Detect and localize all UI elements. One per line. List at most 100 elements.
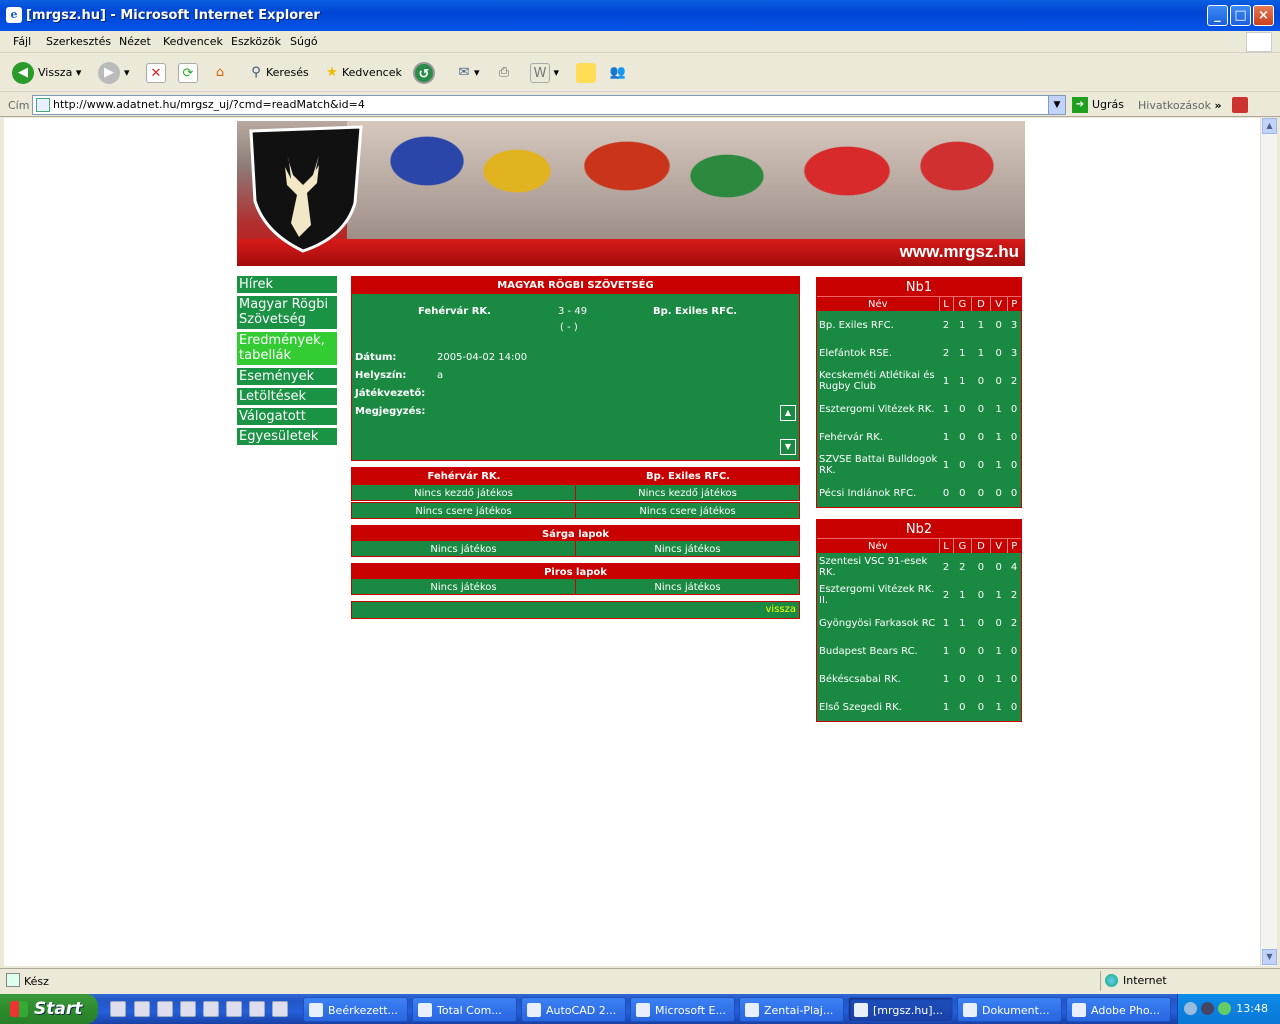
nb1-header-cell: L: [938, 297, 954, 311]
table-row: Első Szegedi RK. 1 0 0 1 0: [817, 693, 1021, 721]
links-toolbar[interactable]: Hivatkozások »: [1138, 99, 1222, 112]
stat-cell: 1: [942, 645, 950, 657]
match-details-box: MAGYAR RÖGBI SZÖVETSÉG Fehérvár RK. 3 - …: [351, 276, 800, 461]
history-button[interactable]: ↺: [413, 60, 439, 86]
stat-cell: 0: [977, 375, 985, 387]
address-input[interactable]: http://www.adatnet.hu/mrgsz_uj/?cmd=read…: [32, 95, 1066, 115]
vertical-scrollbar[interactable]: ▲ ▼: [1260, 118, 1277, 966]
nav-federation[interactable]: Magyar Rögbi Szövetség: [237, 296, 337, 330]
stat-cell: 1: [942, 701, 950, 713]
menu-tools[interactable]: Eszközök: [231, 35, 281, 48]
tray-shield-icon[interactable]: [1218, 1002, 1231, 1015]
home-button[interactable]: ⌂: [210, 60, 230, 86]
stat-cell: 1: [942, 403, 950, 415]
close-button[interactable]: ×: [1253, 5, 1274, 26]
scroll-up-icon[interactable]: ▲: [780, 405, 796, 421]
quicklaunch-icon-1[interactable]: [110, 1001, 126, 1017]
stat-cell: 0: [959, 645, 966, 657]
mail-button[interactable]: ✉ ▾: [454, 60, 480, 86]
start-button[interactable]: Start: [0, 994, 98, 1024]
stat-cell: 0: [1010, 645, 1018, 657]
away-starters: Nincs kezdő játékos: [575, 484, 800, 501]
menu-view[interactable]: Nézet: [119, 35, 151, 48]
favorites-button[interactable]: ★ Kedvencek: [322, 60, 402, 86]
quicklaunch-media-icon[interactable]: [272, 1001, 288, 1017]
task-zentai[interactable]: Zentai-Plaj...: [739, 997, 844, 1022]
tray-icon-1[interactable]: [1201, 1002, 1214, 1015]
stat-cell: 1: [995, 589, 1002, 601]
stat-cell: 1: [995, 673, 1002, 685]
scroll-down-icon[interactable]: ▼: [780, 439, 796, 455]
status-bar: Kész Internet: [0, 968, 1280, 992]
stat-cell: 1: [977, 347, 985, 359]
stat-cell: 0: [977, 617, 985, 629]
menu-edit[interactable]: Szerkesztés: [46, 35, 111, 48]
quicklaunch-app-icon[interactable]: [203, 1001, 219, 1017]
quicklaunch-totalcmd-icon[interactable]: [249, 1001, 265, 1017]
nav-national-team[interactable]: Válogatott: [237, 408, 337, 426]
nav-news[interactable]: Hírek: [237, 276, 337, 294]
nav-downloads[interactable]: Letöltések: [237, 388, 337, 406]
stat-cell: 0: [977, 561, 985, 573]
favorites-label: Kedvencek: [342, 66, 402, 79]
match-score: 3 - 49: [558, 306, 588, 317]
task-ie[interactable]: [mrgsz.hu]...: [848, 997, 953, 1022]
refresh-icon: ⟳: [178, 63, 198, 83]
task-label: Beérkezett...: [328, 1004, 399, 1017]
task-autocad[interactable]: AutoCAD 2...: [521, 997, 626, 1022]
menu-file[interactable]: Fájl: [13, 35, 31, 48]
task-inbox[interactable]: Beérkezett...: [303, 997, 408, 1022]
history-icon: ↺: [413, 62, 435, 84]
task-label: Dokument...: [982, 1004, 1050, 1017]
task-excel[interactable]: Microsoft E...: [630, 997, 735, 1022]
nav-events[interactable]: Események: [237, 368, 337, 386]
nb2-header-cell: Név: [817, 539, 939, 553]
nb1-header-cell: Név: [817, 297, 939, 311]
quicklaunch-outlook-icon[interactable]: [157, 1001, 173, 1017]
ie-icon: [854, 1003, 868, 1017]
stat-cell: 0: [995, 617, 1002, 629]
minimize-button[interactable]: _: [1207, 5, 1228, 26]
star-icon: ★: [326, 65, 338, 80]
task-word[interactable]: Dokument...: [957, 997, 1062, 1022]
edit-button[interactable]: W ▾: [530, 60, 559, 86]
team-name: Pécsi Indiánok RFC.: [819, 487, 917, 499]
refresh-button[interactable]: ⟳: [178, 60, 198, 86]
acrobat-icon[interactable]: [1232, 97, 1248, 113]
stat-cell: 1: [959, 617, 966, 629]
globe-icon: [1105, 974, 1118, 987]
messenger-button[interactable]: 👥: [608, 60, 628, 86]
quicklaunch-excel-icon[interactable]: [180, 1001, 196, 1017]
menu-help[interactable]: Súgó: [290, 35, 318, 48]
address-dropdown-icon[interactable]: ▼: [1048, 96, 1065, 114]
nav-clubs[interactable]: Egyesületek: [237, 428, 337, 446]
tray-arrow-icon[interactable]: [1184, 1002, 1197, 1015]
lineup-home-team: Fehérvár RK.: [427, 471, 501, 482]
go-button[interactable]: ➜ Ugrás: [1072, 96, 1124, 114]
stat-cell: 0: [995, 347, 1002, 359]
stop-button[interactable]: ✕: [146, 60, 166, 86]
print-button[interactable]: ⎙: [494, 60, 514, 86]
forward-button[interactable]: ▶ ▾: [98, 60, 130, 86]
scroll-down-arrow-icon[interactable]: ▼: [1262, 949, 1277, 965]
search-button[interactable]: ⚲ Keresés: [246, 60, 309, 86]
stat-cell: 1: [942, 459, 950, 471]
back-link[interactable]: vissza: [766, 604, 797, 615]
scroll-up-arrow-icon[interactable]: ▲: [1262, 118, 1277, 134]
quicklaunch-ie-icon[interactable]: [134, 1001, 150, 1017]
go-label: Ugrás: [1092, 98, 1125, 111]
windows-flag-icon: [10, 1001, 28, 1017]
back-button[interactable]: ◀ Vissza ▾: [12, 60, 81, 86]
task-totalcmd[interactable]: Total Com...: [412, 997, 517, 1022]
photoshop-icon: [1072, 1003, 1086, 1017]
nav-results[interactable]: Eredmények, tabellák: [237, 332, 337, 366]
quicklaunch-word-icon[interactable]: [226, 1001, 242, 1017]
home-subs: Nincs csere játékos: [351, 502, 576, 519]
title-bar[interactable]: e [mrgsz.hu] - Microsoft Internet Explor…: [0, 0, 1280, 31]
task-photoshop[interactable]: Adobe Pho...: [1066, 997, 1171, 1022]
menu-favorites[interactable]: Kedvencek: [163, 35, 223, 48]
maximize-button[interactable]: □: [1230, 5, 1251, 26]
search-label: Keresés: [266, 66, 309, 79]
discuss-button[interactable]: [576, 60, 596, 86]
nb1-header-cell: P: [1006, 297, 1021, 311]
